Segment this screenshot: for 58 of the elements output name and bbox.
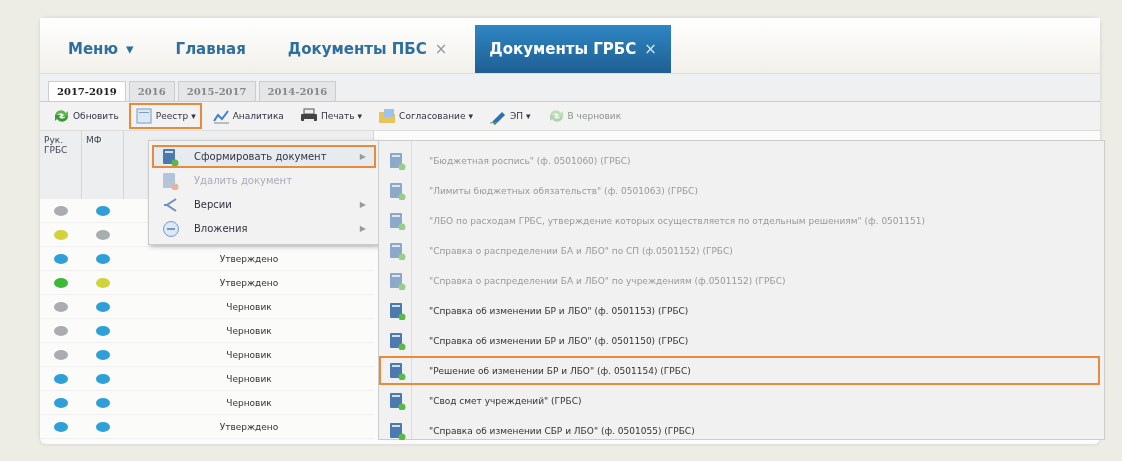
document-icon [389,241,407,260]
year-tab[interactable]: 2014-2016 [258,81,337,101]
caret-icon: ▾ [357,111,363,121]
nav-tab[interactable]: Меню ▾ [54,25,148,73]
toolbar-button[interactable]: Согласование ▾ [372,103,479,129]
column-header: МФ [82,131,124,199]
table-cell: Утверждено [219,277,279,288]
document-icon [134,107,153,125]
document-icon [389,181,407,200]
table-cell: Черновик [226,349,272,360]
menu-item[interactable]: Версии ▶ [152,193,376,216]
nav-tab[interactable]: Документы ГРБС × [475,25,671,73]
close-icon[interactable]: × [644,40,657,58]
toolbar-button[interactable]: Реестр ▾ [128,103,202,129]
column-header: Рук. ГРБС [40,131,82,199]
toolbar-button[interactable]: ЭП ▾ [482,103,537,129]
table-cell: Черновик [226,373,272,384]
caret-icon: ▾ [191,111,196,121]
close-icon[interactable]: × [434,40,448,58]
document-icon [389,391,407,410]
document-icon [389,361,407,380]
caret-icon: ▾ [526,111,531,121]
table-cell: Черновик [226,325,272,336]
table-cell: Утверждено [219,421,279,432]
menu-item[interactable]: "Свод смет учреждений" (ГРБС) [379,386,1100,415]
menu-item[interactable]: "Справка об изменении БР и ЛБО" (ф. 0501153) (ГРБС) [379,296,1100,325]
menu-item[interactable]: "Решение об изменении БР и ЛБО" (ф. 0501154) (ГРБС) [379,356,1100,385]
table-cell: Черновик [226,397,272,408]
toolbar-button[interactable]: Обновить [46,103,125,129]
document-icon [389,301,407,320]
table-cell: Черновик [226,301,272,312]
nav-tab[interactable]: Документы ПБС × [273,25,462,73]
toolbar-button[interactable]: Печать ▾ [293,103,369,129]
refresh-icon [52,107,70,125]
year-tab[interactable]: 2017-2019 [48,81,126,101]
document-icon [162,171,180,190]
submenu-arrow-icon: ▶ [359,200,366,209]
attachment-icon [162,219,180,238]
document-icon [389,151,407,170]
folder-icon [378,107,397,125]
caret-icon: ▾ [468,111,473,121]
caret-icon: ▾ [126,40,134,58]
document-icon [389,331,407,350]
year-tab[interactable]: 2016 [128,81,175,101]
document-icon [389,271,407,290]
toolbar-button[interactable]: Аналитика [205,103,290,129]
menu-item[interactable]: "Справка об изменении СБР и ЛБО" (ф. 0501055) (ГРБС) [379,416,1100,445]
document-icon [162,147,180,166]
submenu-arrow-icon: ▶ [359,152,366,161]
nav-tab[interactable]: Главная [161,25,260,73]
menu-item[interactable]: "Справка об изменении БР и ЛБО" (ф. 0501150) (ГРБС) [379,326,1100,355]
menu-item[interactable]: Вложения ▶ [152,217,376,240]
table-cell: Утверждено [219,253,279,264]
submenu-arrow-icon: ▶ [359,224,366,233]
document-icon [389,211,407,230]
document-icon [389,421,407,440]
year-tab[interactable]: 2015-2017 [177,81,256,101]
menu-item[interactable]: Сформировать документ ▶ [152,145,376,168]
